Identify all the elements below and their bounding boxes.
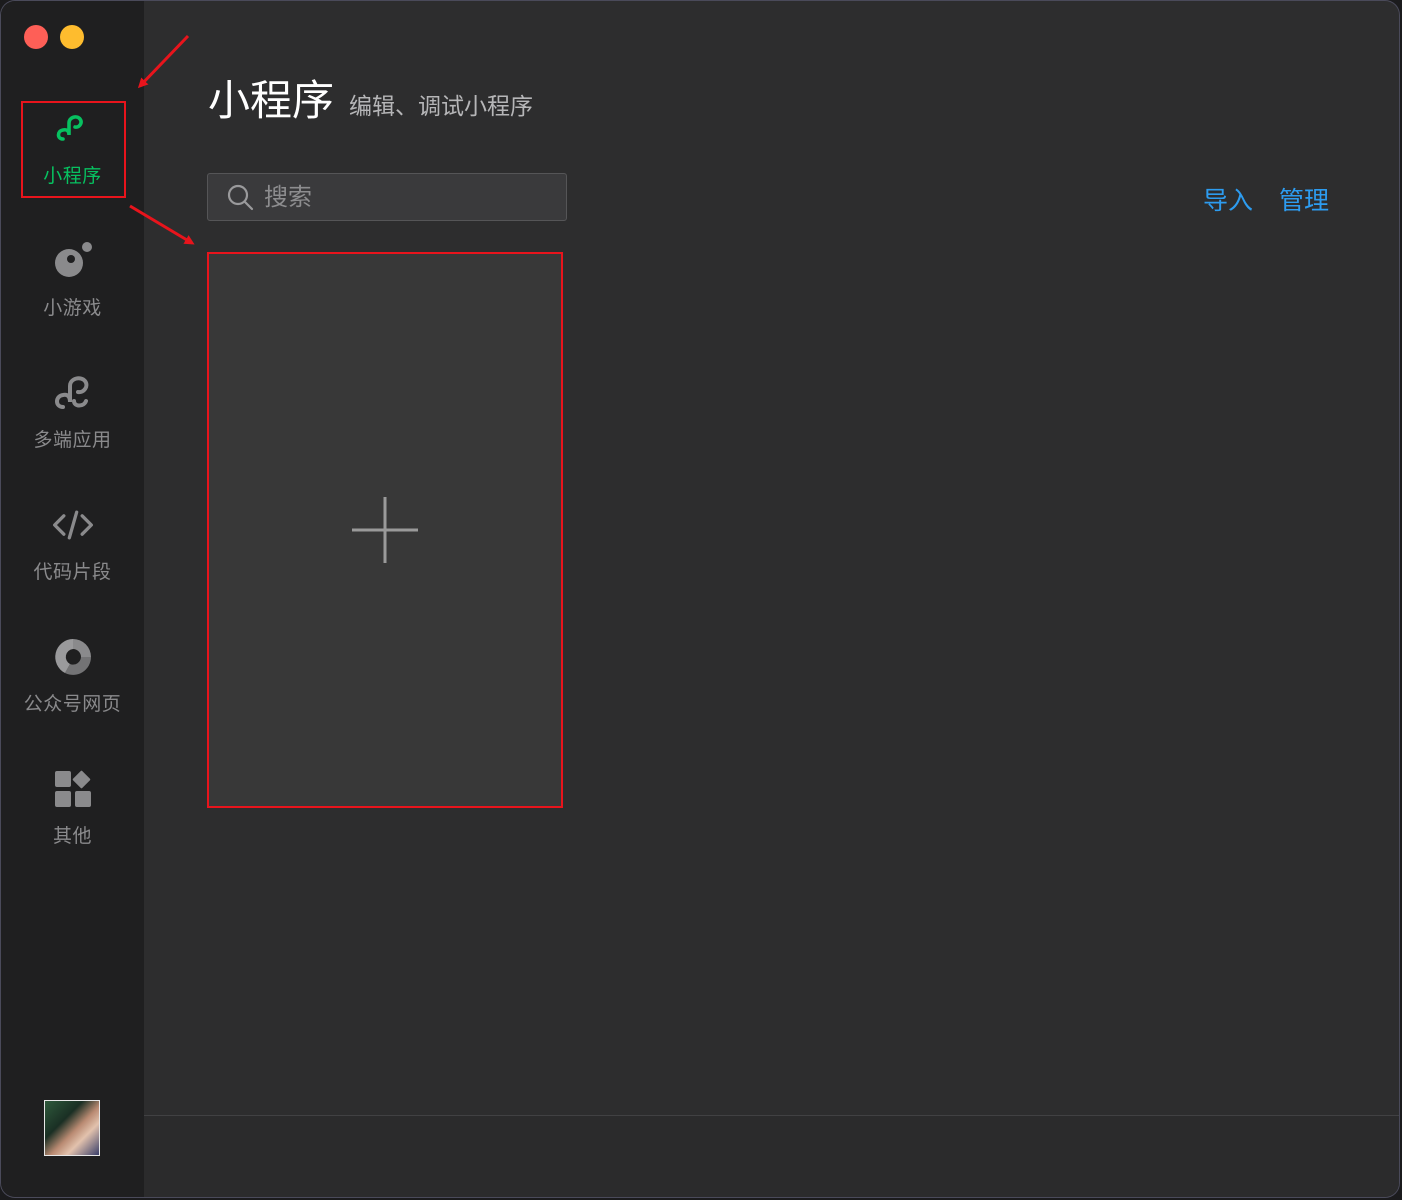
sidebar-item-label: 多端应用: [33, 429, 112, 451]
search-icon: [227, 184, 254, 211]
search-input[interactable]: [262, 182, 546, 212]
sidebar-item-label: 其他: [52, 825, 92, 847]
minimize-window-button[interactable]: [60, 25, 84, 49]
sidebar-item-label: 小游戏: [43, 297, 102, 319]
webpage-icon: [51, 635, 95, 679]
page-title: 小程序: [208, 76, 335, 125]
grid-icon: [51, 767, 95, 811]
manage-button[interactable]: 管理: [1279, 181, 1329, 217]
sidebar-item-minigame[interactable]: 小游戏: [1, 239, 144, 339]
sidebar-item-multiplatform[interactable]: 多端应用: [1, 371, 144, 471]
annotation-highlight-box: [21, 101, 126, 198]
header-actions: 导入 管理: [1203, 181, 1329, 217]
minigame-icon: [51, 239, 95, 283]
main-content: 小程序 编辑、调试小程序 导入 管理: [144, 1, 1399, 1197]
search-box[interactable]: [207, 173, 567, 221]
sidebar-item-webpage[interactable]: 公众号网页: [1, 635, 144, 735]
user-avatar[interactable]: [44, 1100, 100, 1156]
sidebar-item-label: 代码片段: [33, 561, 112, 583]
plus-icon: [352, 497, 418, 563]
sidebar-item-label: 公众号网页: [23, 693, 122, 715]
footer-bar: [144, 1116, 1399, 1197]
code-icon: [51, 503, 95, 547]
import-button[interactable]: 导入: [1203, 181, 1253, 217]
multiplatform-icon: [51, 371, 95, 415]
sidebar-item-code-snippets[interactable]: 代码片段: [1, 503, 144, 603]
page-subtitle: 编辑、调试小程序: [349, 94, 533, 120]
add-project-card[interactable]: [207, 252, 563, 808]
close-window-button[interactable]: [24, 25, 48, 49]
sidebar-item-others[interactable]: 其他: [1, 767, 144, 867]
devtools-window: 小程序 小游戏 多端应用 代码片段 公众号网页 其他 小程序 编辑、调试小程序 …: [1, 1, 1399, 1197]
